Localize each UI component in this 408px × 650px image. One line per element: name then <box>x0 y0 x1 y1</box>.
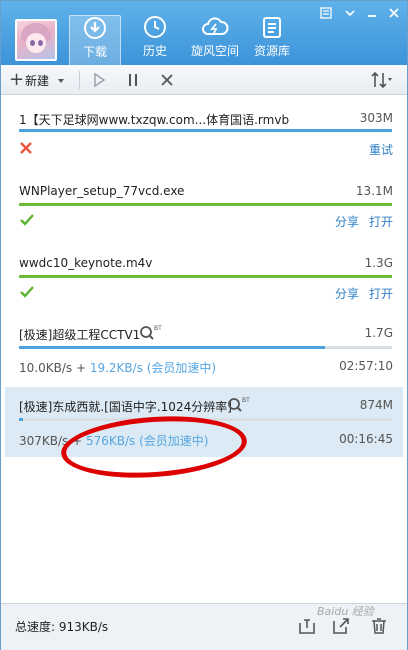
tab-download-label: 下载 <box>82 45 107 59</box>
task-speed: 10.0KB/s <box>19 361 73 375</box>
task-size: 13.1M <box>355 184 393 198</box>
open-folder-icon[interactable] <box>297 616 317 636</box>
sort-icon[interactable] <box>369 70 393 90</box>
check-icon <box>20 286 34 298</box>
library-icon <box>263 17 281 38</box>
task-size: 303M <box>359 111 393 125</box>
tab-library[interactable]: 资源库 <box>251 15 293 65</box>
tab-history-label: 历史 <box>142 44 167 58</box>
task-title: WNPlayer_setup_77vcd.exe <box>19 184 185 198</box>
new-task-label: 新建 <box>25 74 50 88</box>
task-progress-fill <box>19 346 325 349</box>
task-size: 1.3G <box>364 256 393 270</box>
check-icon <box>20 214 34 226</box>
skin-icon[interactable] <box>319 6 333 20</box>
task-title: [极速]超级工程CCTV1 <box>19 328 141 342</box>
task-row[interactable]: WNPlayer_setup_77vcd.exe 13.1M 分享 打开 <box>5 179 403 237</box>
task-progress-track <box>19 129 392 132</box>
tab-history[interactable]: 历史 <box>131 15 179 65</box>
open-link[interactable]: 打开 <box>369 213 393 230</box>
menu-icon[interactable] <box>343 6 357 20</box>
tab-download[interactable]: 下载 <box>69 15 121 65</box>
task-title: 1【天下足球网www.txzqw.com...体育国语.rmvb <box>19 113 290 127</box>
cloud-icon <box>202 17 229 35</box>
task-progress-fill <box>19 203 392 206</box>
pause-icon[interactable] <box>125 70 141 90</box>
share-link[interactable]: 分享 <box>335 213 359 230</box>
bt-badge: BT <box>242 397 250 404</box>
trash-icon[interactable] <box>369 616 389 636</box>
task-size: 874M <box>359 398 393 412</box>
task-progress-fill <box>19 129 392 132</box>
chevron-down-icon[interactable] <box>57 77 65 85</box>
toolbar: +新建 <box>1 65 407 95</box>
task-title: wwdc10_keynote.m4v <box>19 256 153 270</box>
error-x-icon <box>20 142 32 154</box>
delete-x-icon[interactable] <box>159 70 175 90</box>
baidu-watermark: Baidu 经验 <box>317 605 374 618</box>
task-speed: 307KB/s <box>19 434 69 448</box>
task-title: [极速]东成西就.[国语中字.1024分辨率] <box>19 400 232 414</box>
task-progress-fill <box>19 275 392 278</box>
bt-search-icon[interactable]: BT <box>227 395 251 413</box>
avatar-eye-left <box>30 40 35 46</box>
download-icon <box>84 17 106 39</box>
task-remaining-time: 00:16:45 <box>339 432 393 446</box>
history-icon <box>144 16 166 38</box>
task-row[interactable]: [极速]超级工程CCTV1 BT 1.7G 10.0KB/s + 19.2KB/… <box>5 321 403 379</box>
task-row[interactable]: wwdc10_keynote.m4v 1.3G 分享 打开 <box>5 251 403 309</box>
avatar-eye-right <box>38 40 43 46</box>
task-speed-line: 10.0KB/s + 19.2KB/s (会员加速中) <box>19 359 216 376</box>
new-task-button[interactable]: +新建 <box>9 70 75 90</box>
task-progress-track <box>19 346 392 349</box>
header-bar: 下载 历史 旋风空间 资源库 <box>1 1 407 65</box>
minimize-icon[interactable] <box>365 6 379 20</box>
tab-library-label: 资源库 <box>253 44 290 58</box>
tab-cloud-space[interactable]: 旋风空间 <box>187 15 243 65</box>
total-speed: 总速度: 913KB/s <box>15 620 109 634</box>
avatar-face <box>26 33 46 53</box>
open-link[interactable]: 打开 <box>369 285 393 302</box>
plus-icon: + <box>9 69 25 90</box>
toolbar-divider <box>79 71 80 89</box>
retry-link[interactable]: 重试 <box>369 141 393 158</box>
task-progress-track <box>19 203 392 206</box>
close-icon[interactable] <box>387 6 401 20</box>
export-icon[interactable] <box>331 616 351 636</box>
share-link[interactable]: 分享 <box>335 285 359 302</box>
plus-sign: + <box>72 361 90 375</box>
task-progress-track <box>19 275 392 278</box>
tab-cloud-space-label: 旋风空间 <box>190 44 239 58</box>
task-remaining-time: 02:57:10 <box>339 359 393 373</box>
task-progress-fill <box>19 418 23 421</box>
task-row[interactable]: 1【天下足球网www.txzqw.com...体育国语.rmvb 303M 重试 <box>5 105 403 163</box>
accel-speed: 19.2KB/s (会员加速中) <box>89 361 217 375</box>
bt-search-icon[interactable]: BT <box>139 323 163 341</box>
xuanfeng-window: 下载 历史 旋风空间 资源库 +新建 1【天下足球网www.txzqw.com.… <box>0 0 408 650</box>
avatar[interactable] <box>15 19 57 61</box>
task-size: 1.7G <box>364 326 393 340</box>
bt-badge: BT <box>154 325 162 332</box>
start-icon[interactable] <box>91 70 107 90</box>
